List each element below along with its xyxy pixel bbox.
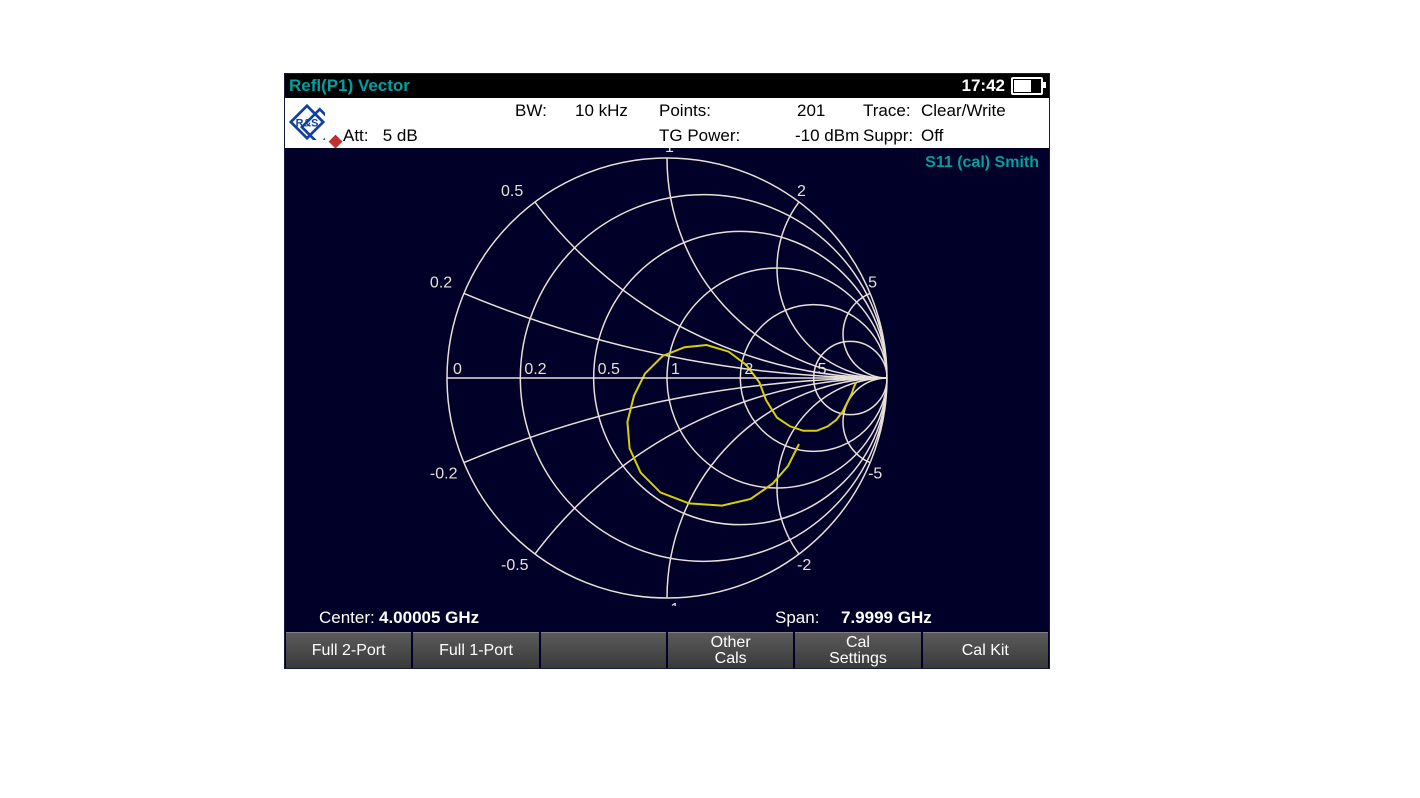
tgpower-label: TG Power: [659, 123, 740, 148]
svg-text:-5: -5 [868, 466, 882, 483]
trace-label: Trace: [863, 98, 911, 123]
smith-chart: 00.20.51250.20.5125-0.2-0.5-1-2-5 [285, 148, 1049, 606]
svg-text:0.2: 0.2 [524, 361, 546, 378]
points-label: Points: [659, 98, 711, 123]
trace-mode-label: S11 (cal) Smith [925, 154, 1039, 172]
softkey-cal-settings[interactable]: Cal Settings [795, 632, 920, 668]
svg-text:2: 2 [744, 361, 753, 378]
softkey-cal-kit[interactable]: Cal Kit [923, 632, 1048, 668]
svg-text:2: 2 [797, 183, 806, 200]
svg-text:0.2: 0.2 [430, 274, 452, 291]
center-value: 4.00005 GHz [379, 606, 479, 630]
att-readout: Att: 5 dB [343, 123, 418, 148]
title-bar: Refl(P1) Vector 17:42 [285, 74, 1049, 98]
tgpower-value: -10 dBm [795, 123, 859, 148]
trace-value: Clear/Write [921, 98, 1006, 123]
span-value: 7.9999 GHz [841, 606, 932, 630]
softkey-blank[interactable] [541, 632, 666, 668]
battery-icon [1011, 77, 1043, 95]
svg-text:0.5: 0.5 [501, 183, 523, 200]
att-label: Att: [343, 126, 369, 145]
softkey-full-1-port[interactable]: Full 1-Port [413, 632, 538, 668]
plot-area[interactable]: S11 (cal) Smith 0 0.2 0.5 1 2 5 0.2 0.5 1 2 5 -0.2 -… [285, 148, 1049, 606]
suppr-value: Off [921, 123, 943, 148]
softkey-bar: Full 2-Port Full 1-Port Other Cals Cal S… [285, 632, 1049, 668]
info-bar: R&S ◆ Att: 5 dB BW: 10 kHz Points: 201 T… [285, 98, 1049, 148]
center-label: Center: [319, 606, 375, 630]
span-label: Span: [775, 606, 819, 630]
svg-text:5: 5 [818, 361, 827, 378]
bw-value: 10 kHz [575, 98, 628, 123]
suppr-label: Suppr: [863, 123, 913, 148]
att-value: 5 dB [383, 126, 418, 145]
svg-text:-0.2: -0.2 [430, 466, 458, 483]
clock: 17:42 [962, 76, 1011, 96]
svg-text:1: 1 [671, 361, 680, 378]
instrument-screen: Refl(P1) Vector 17:42 R&S ◆ Att: 5 dB BW… [285, 74, 1049, 668]
svg-text:-2: -2 [797, 557, 811, 574]
svg-text:0: 0 [453, 361, 462, 378]
svg-text:0.5: 0.5 [598, 361, 620, 378]
svg-text:R&S: R&S [296, 118, 319, 130]
svg-text:1: 1 [665, 148, 674, 156]
brand-logo-icon: R&S [289, 104, 325, 140]
svg-text:5: 5 [868, 274, 877, 291]
mode-title: Refl(P1) Vector [285, 76, 410, 96]
bw-label: BW: [515, 98, 547, 123]
svg-text:-0.5: -0.5 [501, 557, 529, 574]
points-value: 201 [797, 98, 825, 123]
softkey-other-cals[interactable]: Other Cals [668, 632, 793, 668]
softkey-full-2-port[interactable]: Full 2-Port [286, 632, 411, 668]
freq-readout: Center: 4.00005 GHz Span: 7.9999 GHz [285, 606, 1049, 630]
